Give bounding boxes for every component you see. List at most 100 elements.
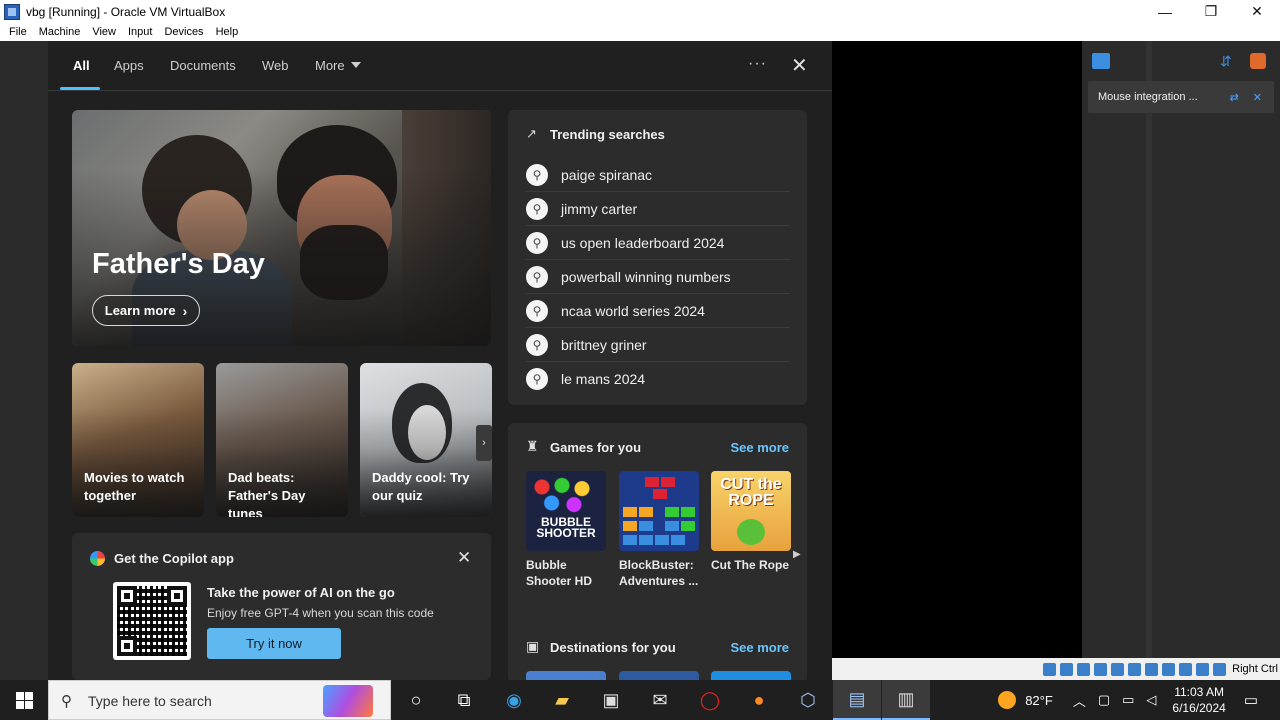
temperature[interactable]: 82°F bbox=[1025, 693, 1053, 708]
try-it-now-button[interactable]: Try it now bbox=[207, 628, 341, 659]
block-shape bbox=[681, 507, 695, 517]
shared-folders-icon[interactable] bbox=[1128, 662, 1142, 676]
copilot-promo: Get the Copilot app ✕ Take the power of … bbox=[72, 533, 491, 680]
tab-documents[interactable]: Documents bbox=[170, 58, 236, 73]
notifications-icon[interactable]: ▭ bbox=[1244, 691, 1258, 709]
card-movies[interactable]: Movies to watch together bbox=[72, 363, 204, 517]
search-tabs: All Apps Documents Web More ··· ✕ bbox=[48, 41, 832, 91]
clock-time: 11:03 AM bbox=[1174, 685, 1225, 699]
games-next-icon[interactable]: ▶ bbox=[793, 549, 801, 560]
sort-icon[interactable]: ⇵ bbox=[1220, 53, 1236, 69]
show-hidden-icons-icon[interactable]: ︿ bbox=[1073, 691, 1086, 710]
hard-disk-icon[interactable] bbox=[1043, 662, 1057, 676]
chevron-down-icon bbox=[350, 62, 361, 68]
blockbuster-tile bbox=[619, 471, 699, 551]
weather-sun-icon[interactable] bbox=[998, 691, 1017, 709]
volume-muted-icon[interactable]: ◁ bbox=[1146, 692, 1156, 708]
menu-help[interactable]: Help bbox=[210, 23, 245, 41]
trending-item[interactable]: ⚲ powerball winning numbers bbox=[526, 260, 790, 294]
menu-input[interactable]: Input bbox=[122, 23, 158, 41]
network-icon[interactable] bbox=[1094, 662, 1108, 676]
card-daddy-cool-quiz[interactable]: Daddy cool: Try our quiz bbox=[360, 363, 492, 517]
copilot-close-icon[interactable]: ✕ bbox=[457, 548, 471, 568]
trending-item[interactable]: ⚲ jimmy carter bbox=[526, 192, 790, 226]
toggle-icon[interactable]: ⇄ bbox=[1230, 91, 1239, 104]
menu-machine[interactable]: Machine bbox=[33, 23, 87, 41]
start-button[interactable] bbox=[0, 680, 48, 720]
window-title: vbg [Running] - Oracle VM VirtualBox bbox=[26, 4, 226, 19]
virtualbox-taskbar-icon[interactable]: ⬡ bbox=[784, 680, 832, 720]
card-dad-beats[interactable]: Dad beats: Father's Day tunes bbox=[216, 363, 348, 517]
destination-thumbnail[interactable] bbox=[711, 671, 791, 680]
trending-heading: Trending searches bbox=[550, 127, 665, 142]
game-item[interactable]: CUT the ROPE Cut The Rope bbox=[711, 471, 791, 573]
meet-now-icon[interactable]: ▢ bbox=[1098, 692, 1110, 708]
mail-icon[interactable]: ✉ bbox=[636, 680, 684, 720]
cortana-icon[interactable]: ○ bbox=[392, 680, 440, 720]
menu-file[interactable]: File bbox=[0, 23, 33, 41]
clock-date: 6/16/2024 bbox=[1172, 701, 1226, 715]
task-view-icon[interactable]: ⧉ bbox=[440, 680, 488, 720]
keyboard-icon[interactable] bbox=[1213, 662, 1227, 676]
window-titlebar: vbg [Running] - Oracle VM VirtualBox — ❐… bbox=[0, 0, 1280, 23]
search-highlight-icon[interactable] bbox=[323, 685, 373, 717]
vt-x-icon[interactable] bbox=[1179, 662, 1193, 676]
trending-item[interactable]: ⚲ brittney griner bbox=[526, 328, 790, 362]
fathers-day-hero[interactable]: Father's Day Learn more › bbox=[72, 110, 491, 346]
trending-item[interactable]: ⚲ paige spiranac bbox=[526, 158, 790, 192]
clock[interactable]: 11:03 AM 6/16/2024 bbox=[1172, 684, 1225, 716]
notification-text: Mouse integration ... bbox=[1098, 91, 1198, 103]
edge-icon[interactable]: ◉ bbox=[490, 680, 538, 720]
destination-thumbnail[interactable] bbox=[526, 671, 606, 680]
vm-window-taskbar-icon[interactable]: ▤ bbox=[833, 680, 881, 720]
menu-view[interactable]: View bbox=[86, 23, 122, 41]
trending-item[interactable]: ⚲ le mans 2024 bbox=[526, 362, 790, 396]
trending-item[interactable]: ⚲ us open leaderboard 2024 bbox=[526, 226, 790, 260]
virtualbox-icon bbox=[4, 3, 20, 20]
audio-icon[interactable] bbox=[1077, 662, 1091, 676]
tab-more[interactable]: More bbox=[315, 58, 361, 73]
destination-thumbnail[interactable] bbox=[619, 671, 699, 680]
menubar: File Machine View Input Devices Help bbox=[0, 23, 1280, 41]
trending-label: jimmy carter bbox=[561, 200, 638, 217]
minimize-button[interactable]: — bbox=[1142, 0, 1188, 23]
dismiss-notification-icon[interactable]: ✕ bbox=[1253, 91, 1262, 104]
restore-button[interactable]: ❐ bbox=[1188, 0, 1234, 23]
close-panel-icon[interactable]: ✕ bbox=[791, 53, 808, 78]
menu-devices[interactable]: Devices bbox=[158, 23, 209, 41]
usb-icon[interactable] bbox=[1111, 662, 1125, 676]
tab-all[interactable]: All bbox=[73, 58, 90, 73]
destinations-see-more-link[interactable]: See more bbox=[730, 640, 789, 655]
vm-window-taskbar-icon-2[interactable]: ▥ bbox=[882, 680, 930, 720]
vm-desktop-area[interactable] bbox=[832, 41, 1082, 658]
file-explorer-icon[interactable]: ▰ bbox=[538, 680, 586, 720]
network-icon[interactable]: ▭ bbox=[1122, 692, 1134, 708]
game-name: Cut The Rope bbox=[711, 558, 789, 572]
learn-more-button[interactable]: Learn more › bbox=[92, 295, 200, 326]
game-item[interactable]: BUBBLE SHOOTER Bubble Shooter HD bbox=[526, 471, 606, 589]
close-window-button[interactable]: ✕ bbox=[1234, 0, 1280, 23]
store-icon[interactable]: ▣ bbox=[587, 680, 635, 720]
mouse-integration-notification[interactable]: Mouse integration ... ⇄ ✕ bbox=[1088, 81, 1274, 113]
game-item[interactable]: BlockBuster: Adventures ... bbox=[619, 471, 699, 589]
tab-web[interactable]: Web bbox=[262, 58, 289, 73]
block-shape bbox=[639, 535, 653, 545]
clear-notifications-icon[interactable] bbox=[1250, 53, 1266, 69]
notification-info-icon[interactable] bbox=[1092, 53, 1110, 69]
recording-icon[interactable] bbox=[1162, 662, 1176, 676]
mouse-integration-icon[interactable] bbox=[1196, 662, 1210, 676]
display-icon[interactable] bbox=[1145, 662, 1159, 676]
opera-icon[interactable]: ◯ bbox=[686, 680, 734, 720]
optical-drive-icon[interactable] bbox=[1060, 662, 1074, 676]
tab-apps[interactable]: Apps bbox=[114, 58, 144, 73]
trending-item[interactable]: ⚲ ncaa world series 2024 bbox=[526, 294, 790, 328]
tab-more-label: More bbox=[315, 58, 345, 73]
more-options-icon[interactable]: ··· bbox=[748, 55, 767, 73]
taskbar-search-box[interactable]: ⚲ Type here to search bbox=[48, 680, 391, 720]
cards-next-button[interactable]: › bbox=[476, 425, 492, 461]
search-panel: All Apps Documents Web More ··· ✕ Father… bbox=[48, 41, 832, 680]
copilot-subtitle: Enjoy free GPT-4 when you scan this code bbox=[207, 606, 434, 620]
games-see-more-link[interactable]: See more bbox=[730, 440, 789, 455]
firefox-icon[interactable]: ● bbox=[735, 680, 783, 720]
qr-finder bbox=[117, 636, 137, 656]
